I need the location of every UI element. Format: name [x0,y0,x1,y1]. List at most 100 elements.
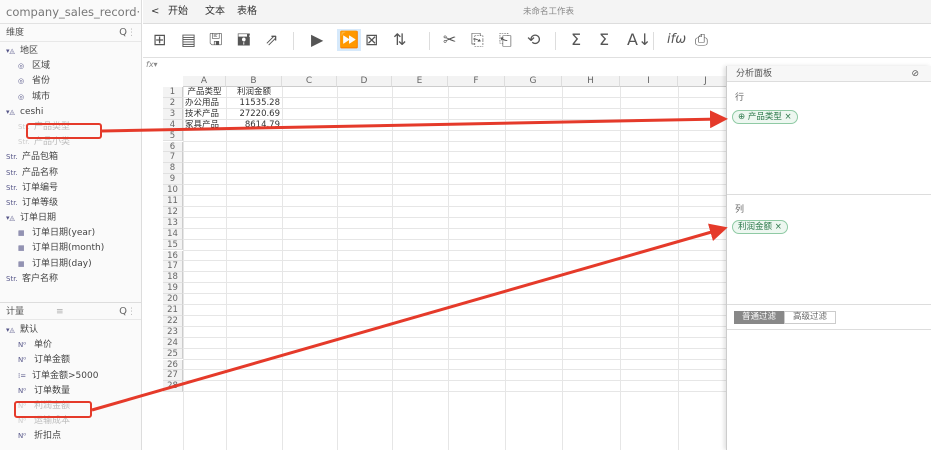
column-header[interactable]: I [620,76,678,87]
field-item[interactable]: Str. 客户名称 [0,272,141,287]
column-header[interactable]: D [337,76,392,87]
tab-table[interactable]: 表格 [237,0,257,24]
column-header[interactable]: G [505,76,562,87]
table-cell[interactable]: 技术产品 [183,109,226,120]
tab-text[interactable]: 文本 [205,0,225,24]
copy-icon[interactable]: ⎘ [471,29,484,51]
row-header[interactable]: 27 [163,370,183,382]
field-item[interactable]: Str. 订单编号 [0,181,141,196]
field-item[interactable]: N⁰ 订单数量 [0,384,141,399]
row-header[interactable]: 28 [163,381,183,393]
insert-chart-icon[interactable]: ▤ [181,29,196,51]
row-header[interactable]: 4 [163,119,183,131]
field-item[interactable]: ◎ 区域 [0,59,141,74]
row-header[interactable]: 19 [163,283,183,295]
field-item[interactable]: ▦ 订单日期(day) [0,257,141,272]
field-item[interactable]: ▾◬ 订单日期 [0,211,141,226]
column-header[interactable]: A [183,76,226,87]
row-header[interactable]: 13 [163,217,183,229]
field-item[interactable]: N⁰ 订单金额 [0,353,141,368]
row-header[interactable]: 2 [163,97,183,109]
column-header[interactable]: H [562,76,620,87]
file-name[interactable]: company_sales_record··· [0,0,141,24]
row-header[interactable]: 5 [163,130,183,142]
paste-icon[interactable]: ⎗ [499,29,512,51]
tab-start[interactable]: 开始 [168,0,188,24]
row-header[interactable]: 12 [163,206,183,218]
column-header[interactable]: E [392,76,448,87]
row-header[interactable]: 16 [163,250,183,262]
cut-icon[interactable]: ✂ [443,29,456,51]
row-field-chip[interactable]: ⊕ 产品类型 × [732,110,798,124]
field-item[interactable]: ◎ 城市 [0,90,141,105]
field-item[interactable]: Str. 订单等级 [0,196,141,211]
field-item[interactable]: ▾◬ 默认 [0,323,141,338]
drag-handle-icon-2[interactable]: ⋮ [127,303,136,321]
swap-icon[interactable]: ⇅ [393,29,406,51]
column-header[interactable]: B [226,76,282,87]
row-header[interactable]: 20 [163,294,183,305]
field-item[interactable]: ⁞= 订单金额>5000 [0,369,141,384]
row-header[interactable]: 3 [163,108,183,120]
field-label: 单价 [34,340,53,351]
row-header[interactable]: 18 [163,272,183,284]
undo-icon[interactable]: ⟲ [527,29,540,51]
menu-icon[interactable]: ≡ [56,303,64,321]
save-icon[interactable]: 🖫 [209,29,223,51]
column-header[interactable]: F [448,76,505,87]
row-header[interactable]: 17 [163,261,183,273]
print-icon[interactable]: ⎙ [695,29,708,51]
field-item[interactable]: N⁰ 折扣点 [0,429,141,444]
table-cell[interactable]: 利润金额 [226,87,282,98]
field-item[interactable]: ◎ 省份 [0,74,141,89]
field-item[interactable]: Str. 产品名称 [0,166,141,181]
table-cell[interactable]: 11535.28 [226,98,282,109]
search-icon-2[interactable]: Q [119,303,127,321]
formula-icon[interactable]: fx▾ [143,58,163,72]
fast-forward-icon[interactable]: ⏩ [337,29,361,51]
row-header[interactable]: 24 [163,337,183,349]
save-as-icon[interactable]: 🖬 [237,29,251,51]
row-header[interactable]: 23 [163,326,183,338]
table-cell[interactable]: 家具产品 [183,120,226,131]
back-button[interactable]: < [151,0,159,24]
row-header[interactable]: 7 [163,152,183,164]
row-header[interactable]: 15 [163,239,183,251]
search-icon[interactable]: Q [119,24,127,42]
row-header[interactable]: 21 [163,305,183,316]
sigma-icon[interactable]: Σ [599,29,609,51]
sort-icon[interactable]: A↓ [627,29,651,51]
field-item[interactable]: ▾◬ ceshi [0,105,141,120]
field-item[interactable]: ▦ 订单日期(year) [0,226,141,241]
insert-row-icon[interactable]: ⊞ [153,29,166,51]
table-cell[interactable]: 办公用品 [183,98,226,109]
row-header[interactable]: 6 [163,141,183,153]
column-header[interactable]: C [282,76,337,87]
row-header[interactable]: 11 [163,196,183,207]
tab-normal-filter[interactable]: 普通过滤 [734,311,785,324]
row-header[interactable]: 10 [163,185,183,196]
table-cell[interactable]: 27220.69 [226,109,282,120]
tab-advanced-filter[interactable]: 高级过滤 [784,311,837,324]
function-icon[interactable]: ifω [667,29,686,51]
table-cell[interactable]: 产品类型 [183,87,226,98]
hide-icon[interactable]: ⊘ [911,66,919,82]
pivot-icon[interactable]: ⊠ [365,29,378,51]
field-item[interactable]: Str. 产品包箱 [0,150,141,165]
sum-icon[interactable]: Σ [571,29,581,51]
row-header[interactable]: 25 [163,348,183,360]
row-header[interactable]: 26 [163,359,183,371]
row-header[interactable]: 8 [163,163,183,175]
column-field-chip[interactable]: 利润金额 × [732,220,788,234]
share-icon[interactable]: ⇗ [265,29,278,51]
field-item[interactable]: ▾◬ 地区 [0,44,141,59]
row-header[interactable]: 14 [163,228,183,240]
field-item[interactable]: N⁰ 单价 [0,338,141,353]
row-header[interactable]: 22 [163,315,183,327]
table-cell[interactable]: 8614.79 [226,120,282,131]
play-icon[interactable]: ▶ [311,29,323,51]
row-header[interactable]: 9 [163,174,183,186]
field-item[interactable]: ▦ 订单日期(month) [0,241,141,256]
row-header[interactable]: 1 [163,87,183,98]
drag-handle-icon[interactable]: ⋮ [127,24,136,42]
